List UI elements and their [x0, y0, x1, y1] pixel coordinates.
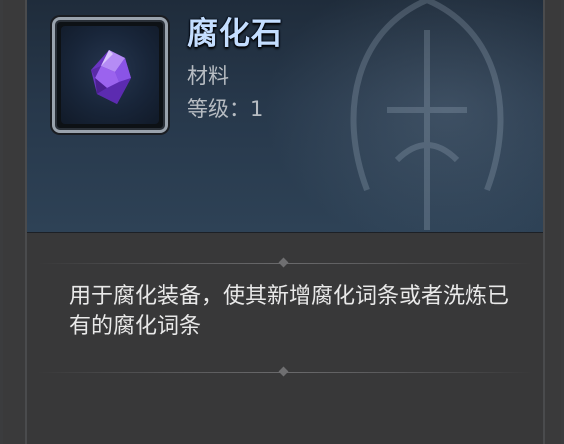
- divider-diamond-icon: [278, 366, 289, 377]
- item-tooltip: 腐化石 材料 等级：1 用于腐化装备，使其新增腐化词条或者洗炼已有的腐化词条: [0, 0, 564, 444]
- item-icon-background: [61, 26, 159, 124]
- item-type: 材料: [187, 64, 229, 88]
- item-description: 用于腐化装备，使其新增腐化词条或者洗炼已有的腐化词条: [69, 284, 510, 339]
- item-name: 腐化石: [187, 16, 283, 52]
- purple-crystal-icon: [91, 50, 131, 104]
- item-level: 等级：1: [187, 97, 264, 121]
- divider-diamond-icon: [278, 257, 289, 268]
- tooltip-panel: 腐化石 材料 等级：1 用于腐化装备，使其新增腐化词条或者洗炼已有的腐化词条: [25, 0, 545, 444]
- header-emblem-decoration: [350, 0, 504, 230]
- item-icon-slot[interactable]: [52, 17, 168, 133]
- tooltip-header: 腐化石 材料 等级：1: [27, 0, 543, 233]
- divider-top: [37, 257, 533, 270]
- divider-bottom: [37, 366, 533, 379]
